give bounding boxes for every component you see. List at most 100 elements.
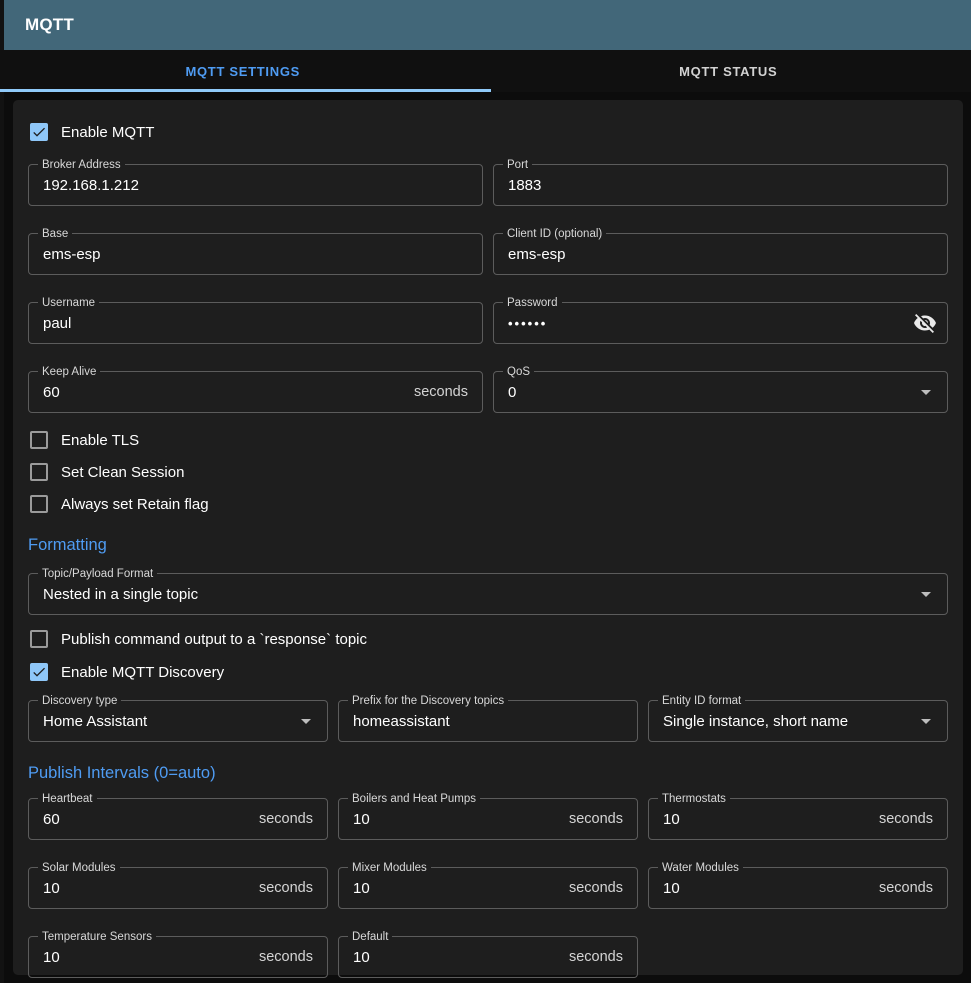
boilers-interval-field[interactable]: Boilers and Heat Pumps 10 seconds <box>338 798 638 840</box>
entity-id-format-select[interactable]: Entity ID format Single instance, short … <box>648 700 948 742</box>
checkbox-label: Enable MQTT Discovery <box>61 664 224 681</box>
settings-panel: Enable MQTT Broker Address 192.168.1.212… <box>13 100 963 975</box>
field-label: Discovery type <box>38 694 121 708</box>
username-value: paul <box>43 315 468 332</box>
retain-flag-checkbox[interactable]: Always set Retain flag <box>28 492 948 516</box>
field-label: Username <box>38 296 99 310</box>
thermostats-interval-value: 10 <box>663 811 871 828</box>
field-label: Thermostats <box>658 792 730 806</box>
checkbox-unchecked-icon <box>30 431 48 449</box>
field-label: Water Modules <box>658 861 743 875</box>
qos-select[interactable]: QoS 0 <box>493 371 948 413</box>
discovery-type-value: Home Assistant <box>43 713 293 730</box>
thermostats-interval-field[interactable]: Thermostats 10 seconds <box>648 798 948 840</box>
discovery-prefix-field[interactable]: Prefix for the Discovery topics homeassi… <box>338 700 638 742</box>
field-label: Broker Address <box>38 158 125 172</box>
field-label: Prefix for the Discovery topics <box>348 694 508 708</box>
broker-address-value: 192.168.1.212 <box>43 177 468 194</box>
field-label: Temperature Sensors <box>38 930 156 944</box>
enable-tls-checkbox[interactable]: Enable TLS <box>28 428 948 452</box>
field-label: Solar Modules <box>38 861 120 875</box>
field-label: Topic/Payload Format <box>38 567 157 581</box>
app-header: MQTT <box>4 0 971 50</box>
discovery-prefix-value: homeassistant <box>353 713 623 730</box>
empty-grid-cell <box>648 936 948 978</box>
field-label: Base <box>38 227 72 241</box>
port-value: 1883 <box>508 177 933 194</box>
discovery-type-select[interactable]: Discovery type Home Assistant <box>28 700 328 742</box>
checkbox-unchecked-icon <box>30 630 48 648</box>
clean-session-checkbox[interactable]: Set Clean Session <box>28 460 948 484</box>
page-left-edge <box>0 0 4 983</box>
unit-suffix: seconds <box>569 811 623 827</box>
field-label: Entity ID format <box>658 694 745 708</box>
solar-interval-value: 10 <box>43 880 251 897</box>
client-id-value: ems-esp <box>508 246 933 263</box>
client-id-field[interactable]: Client ID (optional) ems-esp <box>493 233 948 275</box>
qos-value: 0 <box>508 384 913 401</box>
heartbeat-interval-field[interactable]: Heartbeat 60 seconds <box>28 798 328 840</box>
tab-mqtt-settings[interactable]: MQTT SETTINGS <box>0 50 486 92</box>
page-title: MQTT <box>25 15 74 35</box>
water-interval-field[interactable]: Water Modules 10 seconds <box>648 867 948 909</box>
boilers-interval-value: 10 <box>353 811 561 828</box>
unit-suffix: seconds <box>879 811 933 827</box>
checkbox-label: Set Clean Session <box>61 464 184 481</box>
chevron-down-icon <box>921 719 931 724</box>
port-field[interactable]: Port 1883 <box>493 164 948 206</box>
water-interval-value: 10 <box>663 880 871 897</box>
chevron-down-icon <box>921 390 931 395</box>
tab-label: MQTT SETTINGS <box>185 64 300 79</box>
unit-suffix: seconds <box>414 384 468 400</box>
mixer-interval-field[interactable]: Mixer Modules 10 seconds <box>338 867 638 909</box>
field-label: Default <box>348 930 392 944</box>
broker-address-field[interactable]: Broker Address 192.168.1.212 <box>28 164 483 206</box>
checkbox-checked-icon <box>30 123 48 141</box>
unit-suffix: seconds <box>259 880 313 896</box>
active-tab-indicator <box>0 89 491 92</box>
field-label: Heartbeat <box>38 792 97 806</box>
field-label: Password <box>503 296 562 310</box>
checkbox-label: Publish command output to a `response` t… <box>61 631 367 648</box>
tab-mqtt-status[interactable]: MQTT STATUS <box>486 50 971 92</box>
default-interval-value: 10 <box>353 949 561 966</box>
publish-response-checkbox[interactable]: Publish command output to a `response` t… <box>28 627 948 651</box>
topic-payload-format-value: Nested in a single topic <box>43 586 913 603</box>
unit-suffix: seconds <box>879 880 933 896</box>
temperature-sensors-interval-field[interactable]: Temperature Sensors 10 seconds <box>28 936 328 978</box>
field-label: Port <box>503 158 532 172</box>
publish-intervals-section-title: Publish Intervals (0=auto) <box>28 764 948 784</box>
checkbox-label: Always set Retain flag <box>61 496 209 513</box>
base-field[interactable]: Base ems-esp <box>28 233 483 275</box>
temperature-sensors-interval-value: 10 <box>43 949 251 966</box>
checkbox-label: Enable TLS <box>61 432 139 449</box>
formatting-section-title: Formatting <box>28 536 948 556</box>
unit-suffix: seconds <box>259 949 313 965</box>
password-value: •••••• <box>508 316 913 331</box>
username-field[interactable]: Username paul <box>28 302 483 344</box>
keep-alive-value: 60 <box>43 384 406 401</box>
mixer-interval-value: 10 <box>353 880 561 897</box>
base-value: ems-esp <box>43 246 468 263</box>
field-label: Boilers and Heat Pumps <box>348 792 480 806</box>
field-label: Client ID (optional) <box>503 227 606 241</box>
enable-discovery-checkbox[interactable]: Enable MQTT Discovery <box>28 660 948 684</box>
solar-interval-field[interactable]: Solar Modules 10 seconds <box>28 867 328 909</box>
field-label: QoS <box>503 365 534 379</box>
enable-mqtt-checkbox[interactable]: Enable MQTT <box>28 120 948 144</box>
topic-payload-format-select[interactable]: Topic/Payload Format Nested in a single … <box>28 573 948 615</box>
unit-suffix: seconds <box>569 880 623 896</box>
checkbox-unchecked-icon <box>30 495 48 513</box>
checkbox-checked-icon <box>30 663 48 681</box>
entity-id-format-value: Single instance, short name <box>663 713 913 730</box>
chevron-down-icon <box>921 592 931 597</box>
checkbox-label: Enable MQTT <box>61 124 154 141</box>
checkbox-unchecked-icon <box>30 463 48 481</box>
toggle-password-visibility-icon[interactable] <box>913 311 937 335</box>
field-label: Mixer Modules <box>348 861 431 875</box>
keep-alive-field[interactable]: Keep Alive 60 seconds <box>28 371 483 413</box>
heartbeat-interval-value: 60 <box>43 811 251 828</box>
default-interval-field[interactable]: Default 10 seconds <box>338 936 638 978</box>
tab-label: MQTT STATUS <box>679 64 777 79</box>
password-field[interactable]: Password •••••• <box>493 302 948 344</box>
